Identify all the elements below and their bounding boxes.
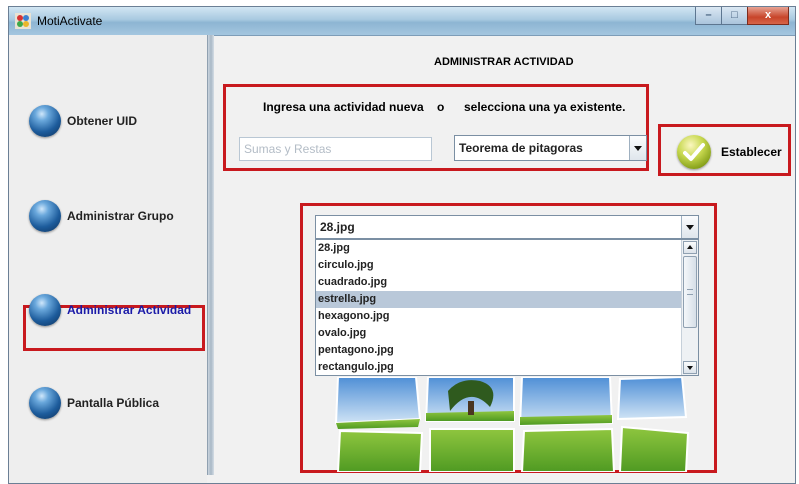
list-scrollbar[interactable] [681,240,698,375]
title-bar: MotiActivate – □ x [9,7,795,36]
list-item[interactable]: 28.jpg [316,240,684,257]
blue-orb-icon [29,105,61,137]
app-icon [15,13,31,29]
set-button-label: Establecer [721,145,782,159]
image-options-list[interactable]: 28.jpg circulo.jpg cuadrado.jpg estrella… [315,239,699,376]
nav-label: Administrar Actividad [67,303,192,317]
maximize-button[interactable]: □ [721,7,747,25]
minimize-button[interactable]: – [695,7,721,25]
close-button[interactable]: x [747,7,789,25]
activity-select-value: Teorema de pitagoras [459,141,583,155]
main-panel: ADMINISTRAR ACTIVIDAD Ingresa una activi… [214,35,795,483]
minimize-icon: – [705,9,712,21]
prompt-or: o [437,100,445,114]
prompt-new-activity: Ingresa una actividad nueva [263,100,424,114]
app-window: MotiActivate – □ x Obtener UID Administr… [8,6,796,484]
scroll-thumb[interactable] [683,256,697,328]
nav-administrar-grupo[interactable]: Administrar Grupo [29,198,174,234]
blue-orb-icon [29,387,61,419]
nav-label: Obtener UID [67,114,138,128]
window-controls: – □ x [695,7,789,27]
sidebar: Obtener UID Administrar Grupo Administra… [9,35,207,483]
prompt-existing-activity: selecciona una ya existente. [464,100,626,114]
nav-pantalla-publica[interactable]: Pantalla Pública [29,385,159,421]
chevron-down-icon[interactable] [681,216,698,238]
list-item[interactable]: ovalo.jpg [316,325,684,342]
list-item[interactable]: rectangulo.jpg [316,359,684,375]
image-select[interactable]: 28.jpg [315,215,699,239]
nav-administrar-actividad[interactable]: Administrar Actividad [29,292,191,328]
list-item[interactable]: cuadrado.jpg [316,274,684,291]
image-select-value: 28.jpg [320,220,355,234]
blue-orb-icon [29,294,61,326]
scroll-down-icon[interactable] [683,361,697,374]
set-button[interactable]: Establecer [671,132,791,172]
check-icon [677,135,711,169]
new-activity-input[interactable] [239,137,432,161]
split-pane-divider[interactable] [207,35,214,475]
chevron-down-icon[interactable] [629,136,646,160]
nav-label: Administrar Grupo [67,209,174,223]
blue-orb-icon [29,200,61,232]
nav-obtener-uid[interactable]: Obtener UID [29,103,137,139]
list-item[interactable]: hexagono.jpg [316,308,684,325]
list-item-highlighted[interactable]: estrella.jpg [316,291,684,308]
list-item[interactable]: circulo.jpg [316,257,684,274]
page-title: ADMINISTRAR ACTIVIDAD [434,56,574,68]
scroll-up-icon[interactable] [683,241,697,254]
image-preview [334,377,690,472]
close-icon: x [764,9,772,21]
maximize-icon: □ [731,9,738,21]
window-title: MotiActivate [37,14,103,28]
activity-select[interactable]: Teorema de pitagoras [454,135,647,161]
nav-label: Pantalla Pública [67,396,160,410]
list-item[interactable]: pentagono.jpg [316,342,684,359]
